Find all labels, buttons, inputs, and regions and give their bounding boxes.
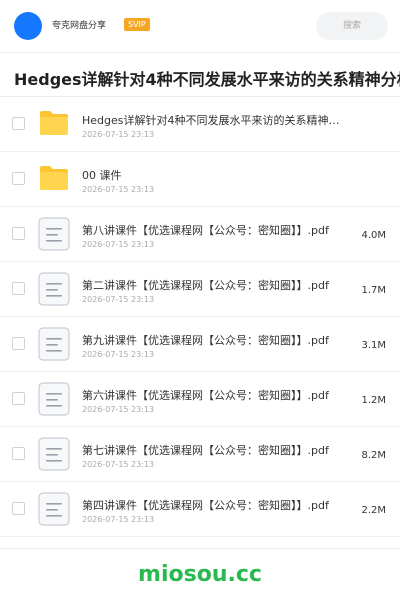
- file-date: 2026-07-15 23:13: [82, 130, 155, 139]
- row-checkbox[interactable]: [12, 172, 25, 185]
- row-checkbox[interactable]: [12, 502, 25, 515]
- row-checkbox[interactable]: [12, 392, 25, 405]
- folder-icon: [38, 107, 70, 139]
- file-date: 2026-07-15 23:13: [82, 350, 155, 359]
- file-size: 4.0M: [361, 230, 386, 241]
- file-name[interactable]: 00 课件: [82, 167, 342, 183]
- file-row[interactable]: 00 课件 2026-07-15 23:13: [0, 152, 400, 207]
- svip-badge: SVIP: [124, 18, 150, 31]
- file-size: 2.2M: [361, 505, 386, 516]
- row-checkbox[interactable]: [12, 337, 25, 350]
- file-name[interactable]: 第四讲课件【优选课程网【公众号：密知圈】】.pdf: [82, 497, 342, 513]
- document-icon: [38, 492, 70, 526]
- file-date: 2026-07-15 23:13: [82, 405, 155, 414]
- footer-divider: [0, 548, 400, 549]
- site-watermark: miosou.cc: [138, 562, 262, 587]
- file-date: 2026-07-15 23:13: [82, 185, 155, 194]
- file-name[interactable]: 第二讲课件【优选课程网【公众号：密知圈】】.pdf: [82, 277, 342, 293]
- search-input[interactable]: [316, 12, 388, 40]
- file-name[interactable]: Hedges详解针对4种不同发展水平来访的关系精神分析透视: [82, 112, 342, 128]
- file-list: Hedges详解针对4种不同发展水平来访的关系精神分析透视 2026-07-15…: [0, 97, 400, 537]
- file-size: 1.7M: [361, 285, 386, 296]
- document-icon: [38, 437, 70, 471]
- file-row[interactable]: 第二讲课件【优选课程网【公众号：密知圈】】.pdf 2026-07-15 23:…: [0, 262, 400, 317]
- file-row[interactable]: 第四讲课件【优选课程网【公众号：密知圈】】.pdf 2026-07-15 23:…: [0, 482, 400, 537]
- app-name: 夸克网盘分享: [52, 21, 107, 31]
- row-checkbox[interactable]: [12, 282, 25, 295]
- file-name[interactable]: 第六讲课件【优选课程网【公众号：密知圈】】.pdf: [82, 387, 342, 403]
- file-row[interactable]: 第八讲课件【优选课程网【公众号：密知圈】】.pdf 2026-07-15 23:…: [0, 207, 400, 262]
- file-row[interactable]: Hedges详解针对4种不同发展水平来访的关系精神分析透视 2026-07-15…: [0, 97, 400, 152]
- file-row[interactable]: 第九讲课件【优选课程网【公众号：密知圈】】.pdf 2026-07-15 23:…: [0, 317, 400, 372]
- file-date: 2026-07-15 23:13: [82, 295, 155, 304]
- file-row[interactable]: 第六讲课件【优选课程网【公众号：密知圈】】.pdf 2026-07-15 23:…: [0, 372, 400, 427]
- header: 夸克网盘分享 SVIP: [0, 0, 400, 53]
- row-checkbox[interactable]: [12, 447, 25, 460]
- row-checkbox[interactable]: [12, 117, 25, 130]
- file-row[interactable]: 第七讲课件【优选课程网【公众号：密知圈】】.pdf 2026-07-15 23:…: [0, 427, 400, 482]
- file-date: 2026-07-15 23:13: [82, 460, 155, 469]
- avatar[interactable]: [14, 12, 42, 40]
- file-name[interactable]: 第八讲课件【优选课程网【公众号：密知圈】】.pdf: [82, 222, 342, 238]
- file-name[interactable]: 第九讲课件【优选课程网【公众号：密知圈】】.pdf: [82, 332, 342, 348]
- row-checkbox[interactable]: [12, 227, 25, 240]
- file-size: 1.2M: [361, 395, 386, 406]
- file-date: 2026-07-15 23:13: [82, 515, 155, 524]
- file-size: 8.2M: [361, 450, 386, 461]
- document-icon: [38, 272, 70, 306]
- file-name[interactable]: 第七讲课件【优选课程网【公众号：密知圈】】.pdf: [82, 442, 342, 458]
- document-icon: [38, 327, 70, 361]
- page-title: Hedges详解针对4种不同发展水平来访的关系精神分析透视: [14, 70, 400, 89]
- document-icon: [38, 382, 70, 416]
- document-icon: [38, 217, 70, 251]
- folder-icon: [38, 162, 70, 194]
- file-date: 2026-07-15 23:13: [82, 240, 155, 249]
- file-size: 3.1M: [361, 340, 386, 351]
